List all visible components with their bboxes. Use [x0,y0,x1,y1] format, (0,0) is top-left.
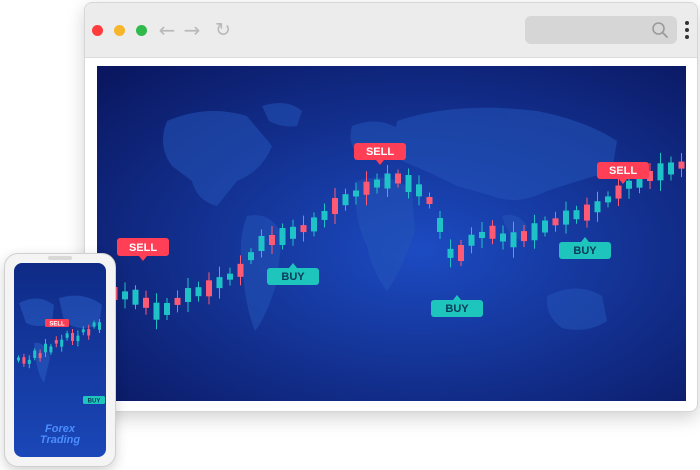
candle-body [615,185,622,199]
candle-body [206,280,212,297]
candle-body [17,357,20,361]
candle-body [311,217,317,232]
phone-speaker [48,256,72,260]
candle-body [164,302,170,315]
candle-body [353,190,359,197]
candle-body [321,210,328,220]
candle-body [216,277,223,289]
candle-body [143,297,149,308]
candle-body [437,218,443,232]
candle-body [87,328,91,336]
candle-body [269,235,275,245]
candle-body [153,302,160,320]
candle-body [33,350,37,358]
candle-body [363,181,370,195]
candle-body [227,273,233,280]
maximize-window-button[interactable] [136,25,147,36]
forward-arrow-icon[interactable]: → [180,18,204,42]
address-bar[interactable] [525,16,677,44]
candle-body [76,335,80,342]
candle-body [605,196,611,203]
sell-label-left: SELL [129,242,157,254]
candle-body [426,197,433,204]
candle-body [132,289,139,305]
candle-body [81,329,85,333]
candle-body [258,236,265,251]
candle-body [500,233,506,242]
kebab-menu-icon[interactable] [683,19,691,41]
phone-sell-label: SELL [49,322,65,328]
close-window-button[interactable] [92,25,103,36]
candle-body [552,218,559,226]
phone-title-line2: Trading [39,434,81,446]
candle-body [447,248,454,258]
phone-sell-tag: SELL [45,319,69,328]
candle-body [60,339,64,347]
search-icon[interactable] [651,21,669,39]
candle-body [416,184,422,197]
candle-body [584,204,590,221]
candle-body [573,210,580,220]
candle-body [510,232,517,248]
candle-body [174,297,181,305]
candle-body [405,175,412,193]
candle-body [27,359,31,364]
phone-buy-tag: BUY [83,396,105,405]
browser-window: ← → ↻ SELL SELL SELL BUY BUY BUY [84,2,698,412]
candle-body [594,201,601,213]
candle-body [395,173,401,184]
candle-body [44,343,47,353]
candle-body [332,198,338,214]
candle-body [248,252,254,261]
candle-body [657,163,664,181]
candle-body [342,194,349,206]
buy-label-2: BUY [445,303,469,315]
phone-buy-label: BUY [88,399,101,405]
sell-label-right: SELL [609,165,637,177]
minimize-window-button[interactable] [114,25,125,36]
sell-label-top: SELL [366,146,394,158]
candle-body [185,288,191,303]
candle-body [290,226,296,239]
candle-body [384,173,391,189]
candle-body [489,225,496,239]
candle-body [479,232,485,238]
candlestick-chart: SELL SELL SELL BUY BUY BUY [97,66,686,401]
candle-body [22,357,26,364]
candle-body [531,223,538,241]
candle-body [300,225,307,233]
candle-body [279,228,286,245]
candle-body [49,346,53,353]
candle-body [237,263,244,277]
candle-body [458,245,464,261]
forex-chart-banner: SELL SELL SELL BUY BUY BUY [97,66,686,401]
candle-body [98,322,101,330]
buy-label-1: BUY [281,271,305,283]
candle-body [122,291,128,300]
candle-body [65,333,69,338]
candle-body [521,231,527,242]
phone-mockup: SELL BUY Forex Trading [4,253,116,467]
candle-body [38,353,42,359]
back-arrow-icon[interactable]: ← [155,18,179,42]
candle-body [468,234,475,246]
candle-body [563,210,569,225]
candle-body [542,220,548,233]
buy-label-3: BUY [573,245,597,257]
candle-body [71,333,74,341]
candle-body [626,180,632,189]
candle-body [668,162,674,175]
phone-screen: SELL BUY Forex Trading [14,263,106,457]
reload-icon[interactable]: ↻ [211,18,235,42]
candle-body [195,287,202,297]
candle-body [54,340,58,344]
candle-body [374,179,380,188]
candle-body [678,161,685,169]
browser-toolbar: ← → ↻ [85,3,697,58]
candle-body [92,322,96,327]
